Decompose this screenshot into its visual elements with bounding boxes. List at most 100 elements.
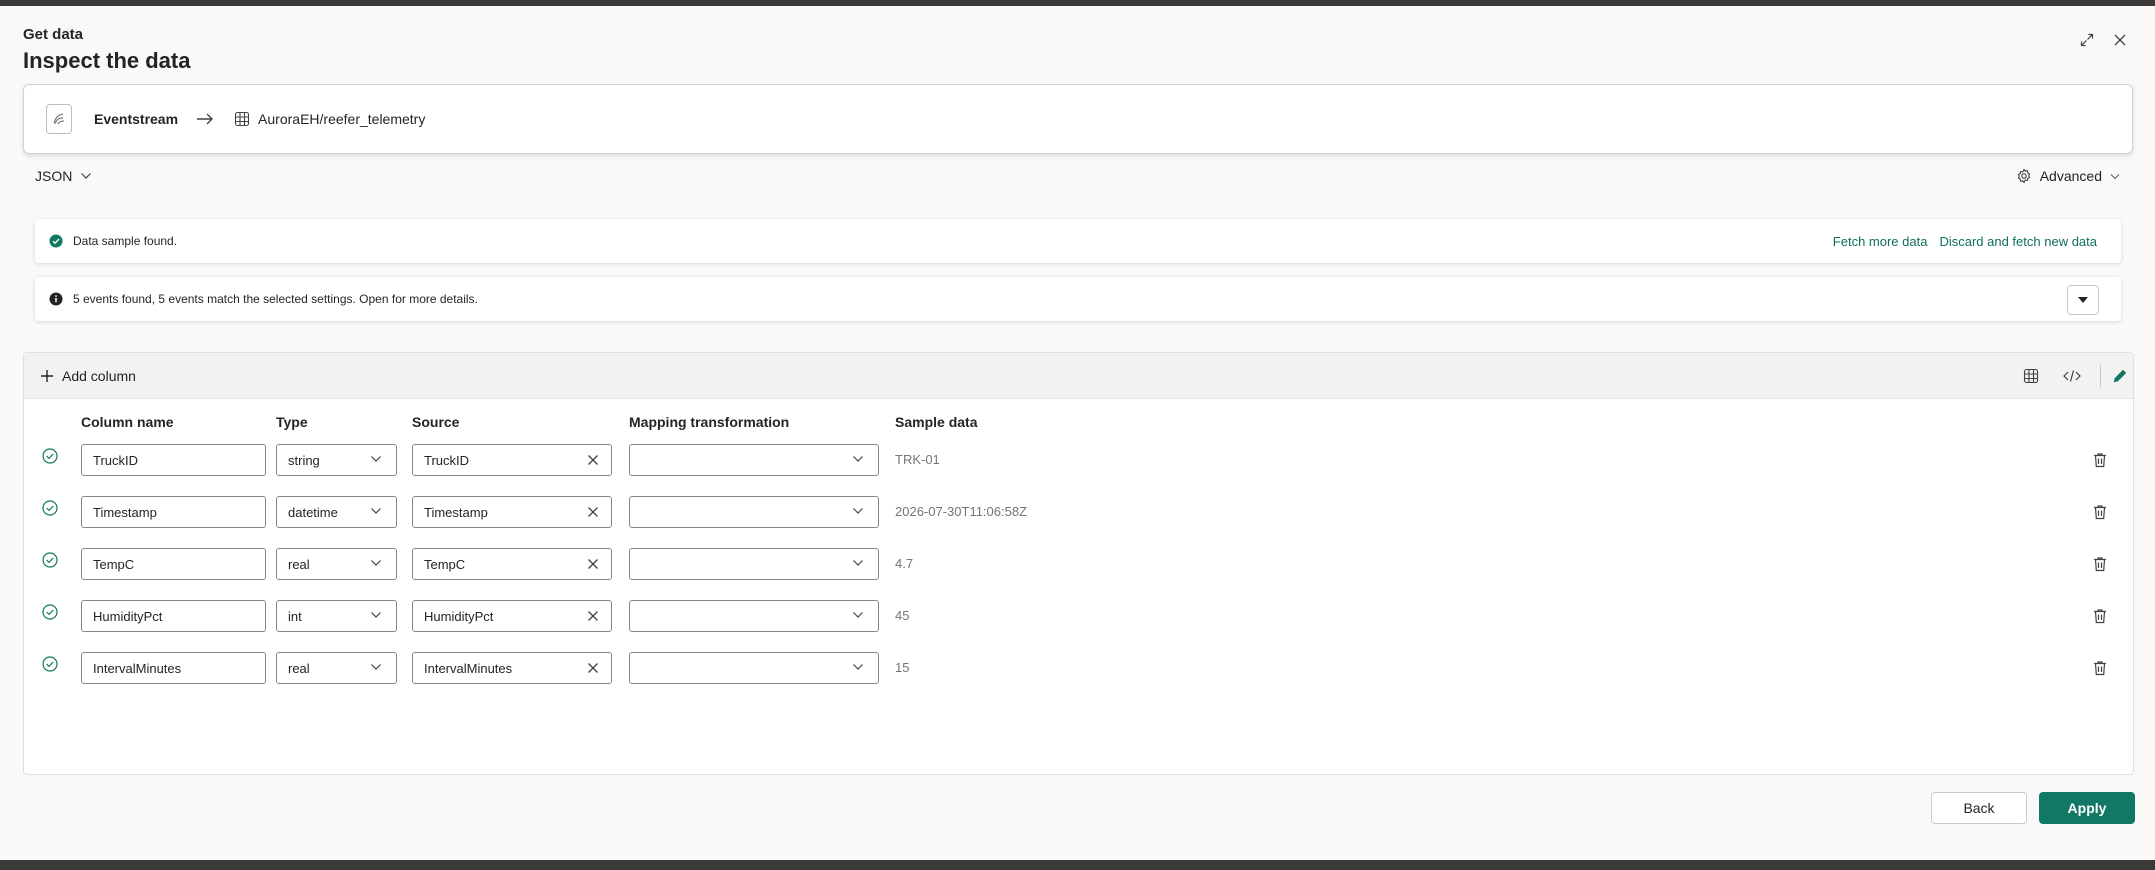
delete-row-icon[interactable] xyxy=(2091,607,2109,625)
column-name-input[interactable]: IntervalMinutes xyxy=(81,652,266,684)
type-dropdown[interactable]: datetime xyxy=(276,496,397,528)
source-input[interactable]: TempC xyxy=(412,548,612,580)
sample-found-text: Data sample found. xyxy=(73,234,178,248)
chevron-down-icon xyxy=(852,507,864,515)
type-dropdown[interactable]: real xyxy=(276,548,397,580)
row-valid-check-icon xyxy=(42,604,58,620)
gear-icon xyxy=(2016,168,2032,184)
schema-toolbar: Add column xyxy=(24,353,2133,399)
format-dropdown[interactable]: JSON xyxy=(35,168,92,184)
dialog-subtitle: Get data xyxy=(23,26,84,43)
events-info-text: 5 events found, 5 events match the selec… xyxy=(73,292,478,306)
sample-data-value: TRK-01 xyxy=(895,452,940,467)
row-valid-check-icon xyxy=(42,552,58,568)
type-dropdown[interactable]: real xyxy=(276,652,397,684)
advanced-label: Advanced xyxy=(2039,168,2102,184)
type-value: real xyxy=(288,660,310,676)
sample-data-value: 4.7 xyxy=(895,556,914,571)
expand-window-button[interactable] xyxy=(2077,30,2097,50)
type-value: int xyxy=(288,608,302,624)
table-view-button[interactable] xyxy=(2020,365,2042,387)
add-column-button[interactable]: Add column xyxy=(40,353,136,398)
source-input[interactable]: HumidityPct xyxy=(412,600,612,632)
chevron-down-icon xyxy=(370,455,382,463)
events-info-banner: 5 events found, 5 events match the selec… xyxy=(35,277,2121,321)
clear-source-icon[interactable] xyxy=(587,558,599,570)
window-top-bar xyxy=(0,0,2155,6)
chevron-down-icon xyxy=(370,611,382,619)
mapping-transformation-dropdown[interactable] xyxy=(629,548,879,580)
mapping-transformation-dropdown[interactable] xyxy=(629,652,879,684)
source-value: TempC xyxy=(424,556,466,572)
expand-icon xyxy=(2079,32,2095,48)
type-value: datetime xyxy=(288,504,338,520)
chevron-down-icon xyxy=(852,611,864,619)
type-dropdown[interactable]: int xyxy=(276,600,397,632)
source-input[interactable]: Timestamp xyxy=(412,496,612,528)
mapping-transformation-dropdown[interactable] xyxy=(629,600,879,632)
source-value: Timestamp xyxy=(424,504,488,520)
clear-source-icon[interactable] xyxy=(587,610,599,622)
advanced-button[interactable]: Advanced xyxy=(2016,168,2120,184)
fetch-more-data-link[interactable]: Fetch more data xyxy=(1833,234,1928,249)
source-value: HumidityPct xyxy=(424,608,494,624)
row-valid-check-icon xyxy=(42,656,58,672)
column-name-input[interactable]: HumidityPct xyxy=(81,600,266,632)
info-icon xyxy=(49,292,63,306)
chevron-down-icon xyxy=(852,559,864,567)
format-value: JSON xyxy=(35,168,73,184)
type-dropdown[interactable]: string xyxy=(276,444,397,476)
delete-row-icon[interactable] xyxy=(2091,659,2109,677)
expand-details-button[interactable] xyxy=(2067,285,2099,315)
chevron-down-icon xyxy=(852,663,864,671)
row-valid-check-icon xyxy=(42,500,58,516)
column-header-sample: Sample data xyxy=(895,414,978,430)
clear-source-icon[interactable] xyxy=(587,454,599,466)
caret-down-icon xyxy=(2077,296,2089,304)
eventstream-icon xyxy=(46,104,72,134)
source-input[interactable]: TruckID xyxy=(412,444,612,476)
chevron-down-icon xyxy=(370,559,382,567)
chevron-down-icon xyxy=(370,507,382,515)
code-view-button[interactable] xyxy=(2061,365,2083,387)
column-name-input[interactable]: Timestamp xyxy=(81,496,266,528)
column-header-source: Source xyxy=(412,414,460,430)
source-input[interactable]: IntervalMinutes xyxy=(412,652,612,684)
edit-schema-button[interactable] xyxy=(2109,365,2131,387)
clear-source-icon[interactable] xyxy=(587,506,599,518)
sample-found-banner: Data sample found. Fetch more data Disca… xyxy=(35,219,2121,263)
chevron-down-icon xyxy=(2110,173,2120,180)
sample-data-value: 15 xyxy=(895,660,910,675)
type-value: string xyxy=(288,452,320,468)
row-valid-check-icon xyxy=(42,448,58,464)
chevron-down-icon xyxy=(80,172,92,180)
column-header-mapping: Mapping transformation xyxy=(629,414,790,430)
source-value: IntervalMinutes xyxy=(424,660,513,676)
type-value: real xyxy=(288,556,310,572)
mapping-transformation-dropdown[interactable] xyxy=(629,496,879,528)
column-name-input[interactable]: TempC xyxy=(81,548,266,580)
pipeline-summary: Eventstream AuroraEH/reefer_telemetry xyxy=(23,84,2133,154)
source-value: TruckID xyxy=(424,452,470,468)
plus-icon xyxy=(40,369,54,383)
back-button[interactable]: Back xyxy=(1931,792,2027,824)
toolbar-divider xyxy=(2100,365,2101,387)
clear-source-icon[interactable] xyxy=(587,662,599,674)
table-grid-icon xyxy=(2023,368,2039,384)
column-name-input[interactable]: TruckID xyxy=(81,444,266,476)
apply-button[interactable]: Apply xyxy=(2039,792,2135,824)
chevron-down-icon xyxy=(852,455,864,463)
code-icon xyxy=(2063,369,2081,383)
pencil-icon xyxy=(2112,368,2128,384)
pipeline-destination: AuroraEH/reefer_telemetry xyxy=(258,111,426,127)
delete-row-icon[interactable] xyxy=(2091,503,2109,521)
discard-fetch-new-data-link[interactable]: Discard and fetch new data xyxy=(1939,234,2097,249)
sample-data-value: 45 xyxy=(895,608,910,623)
close-dialog-button[interactable] xyxy=(2110,30,2130,50)
pipeline-source: Eventstream xyxy=(94,111,179,127)
mapping-transformation-dropdown[interactable] xyxy=(629,444,879,476)
table-icon xyxy=(234,111,250,127)
column-header-name: Column name xyxy=(81,414,174,430)
delete-row-icon[interactable] xyxy=(2091,451,2109,469)
delete-row-icon[interactable] xyxy=(2091,555,2109,573)
